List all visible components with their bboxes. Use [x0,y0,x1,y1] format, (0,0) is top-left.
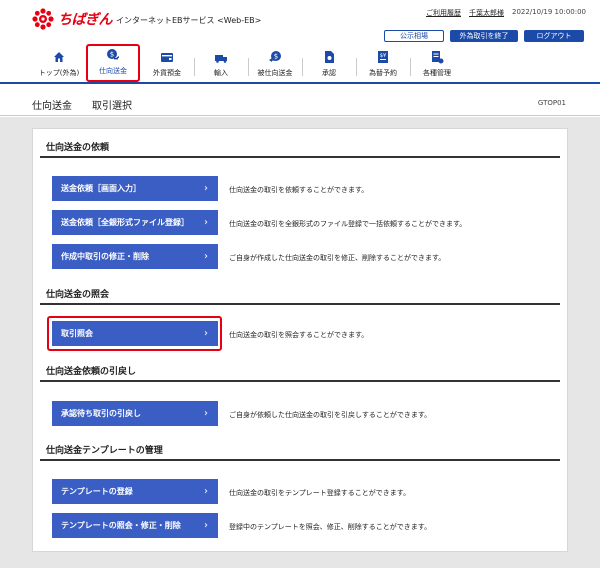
nav-item-management[interactable]: 各種管理 [410,44,464,82]
item-description: 登録中のテンプレートを照会、修正、削除することができます。 [229,523,432,531]
fx-contract-icon: $¥ [376,50,390,64]
nav-label: 各種管理 [423,69,451,77]
section-divider [40,459,560,461]
button-label: テンプレートの照会・修正・削除 [61,521,181,530]
nav-label: 輸入 [214,69,228,77]
nav-label: トップ(外為) [38,69,80,77]
nav-item-import[interactable]: 輸入 [194,44,248,82]
item-description: 仕向送金の取引をテンプレート登録することができます。 [229,489,411,497]
chevron-right-icon: › [204,408,208,419]
bank-logo[interactable]: ちばぎん インターネットEBサービス <Web-EB> [32,8,261,30]
global-nav: トップ(外為) $ 仕向送金 外貨預金 輸入 $ 被仕向送金 承認 $¥ 為替予… [32,44,464,82]
approval-icon [322,50,336,64]
nav-label: 仕向送金 [99,67,127,75]
nav-label: 外貨預金 [153,69,181,77]
chevron-right-icon: › [204,183,208,194]
pullback-pending-button[interactable]: 承認待ち取引の引戻し › [52,401,218,426]
incoming-icon: $ [268,50,282,64]
login-datetime: 2022/10/19 10:00:00 [511,8,586,16]
button-label: 送金依頼［全銀形式ファイル登録］ [61,218,189,227]
button-label: テンプレートの登録 [61,487,133,496]
remittance-icon: $ [106,48,120,62]
nav-item-approval[interactable]: 承認 [302,44,356,82]
chevron-right-icon: › [204,251,208,262]
template-manage-button[interactable]: テンプレートの照会・修正・削除 › [52,513,218,538]
item-description: 仕向送金の取引を照会することができます。 [229,331,369,339]
section-title-template: 仕向送金テンプレートの管理 [46,446,163,456]
section-divider [40,380,560,382]
transaction-inquiry-button[interactable]: 取引照会 › [52,321,218,346]
svg-text:$: $ [110,51,114,59]
service-name: インターネットEBサービス <Web-EB> [116,16,262,25]
button-label: 取引照会 [61,329,93,338]
import-icon [214,50,228,64]
button-label: 承認待ち取引の引戻し [61,409,141,418]
nav-label: 為替予約 [369,69,397,77]
section-divider [40,156,560,158]
header: ちばぎん インターネットEBサービス <Web-EB> ご利用履歴 千葉太郎様 … [0,0,600,92]
svg-text:$¥: $¥ [380,53,386,59]
button-label: 作成中取引の修正・削除 [61,252,149,261]
section-title-request: 仕向送金の依頼 [46,143,110,153]
top-links: ご利用履歴 千葉太郎様 2022/10/19 10:00:00 [426,8,586,18]
market-rate-button[interactable]: 公示相場 [384,30,444,42]
deposit-icon [160,50,174,64]
transaction-select-panel: 仕向送金の依頼 送金依頼［画面入力］ › 仕向送金の取引を依頼することができます… [32,128,568,552]
page-title: 取引選択 [92,101,132,112]
screen-code: GTOP01 [537,99,566,107]
remittance-input-button[interactable]: 送金依頼［画面入力］ › [52,176,218,201]
remittance-file-upload-button[interactable]: 送金依頼［全銀形式ファイル登録］ › [52,210,218,235]
nav-label: 承認 [322,69,336,77]
brand-name: ちばぎん [58,12,113,28]
edit-draft-button[interactable]: 作成中取引の修正・削除 › [52,244,218,269]
chevron-right-icon: › [204,328,208,339]
logout-button[interactable]: ログアウト [524,30,584,42]
home-icon [52,50,66,64]
nav-item-incoming[interactable]: $ 被仕向送金 [248,44,302,82]
item-description: ご自身が依頼した仕向送金の取引を引戻しすることができます。 [229,411,432,419]
nav-item-deposit[interactable]: 外貨預金 [140,44,194,82]
management-icon [430,50,444,64]
usage-history-link[interactable]: ご利用履歴 [426,8,461,18]
chevron-right-icon: › [204,486,208,497]
nav-item-top[interactable]: トップ(外為) [32,44,86,82]
end-fx-button[interactable]: 外為取引を終了 [450,30,518,42]
item-description: 仕向送金の取引を全銀形式のファイル登録で一括依頼することができます。 [229,220,467,228]
nav-divider [0,82,600,84]
chibagin-logo-icon [32,8,54,30]
user-name-link[interactable]: 千葉太郎様 [469,8,504,18]
item-description: 仕向送金の取引を依頼することができます。 [229,186,369,194]
nav-item-fx-contract[interactable]: $¥ 為替予約 [356,44,410,82]
item-description: ご自身が作成した仕向送金の取引を修正、削除することができます。 [229,254,446,262]
section-title-pullback: 仕向送金依頼の引戻し [46,367,137,377]
chevron-right-icon: › [204,520,208,531]
header-buttons: 公示相場 外為取引を終了 ログアウト [384,30,584,42]
button-label: 送金依頼［画面入力］ [61,184,141,193]
page-title-bar: 仕向送金 取引選択 GTOP01 [0,92,600,116]
section-divider [40,303,560,305]
nav-label: 被仕向送金 [257,69,293,77]
chevron-right-icon: › [204,217,208,228]
page-category: 仕向送金 [32,101,72,112]
section-title-inquiry: 仕向送金の照会 [46,290,110,300]
nav-item-remittance[interactable]: $ 仕向送金 [86,44,140,82]
template-register-button[interactable]: テンプレートの登録 › [52,479,218,504]
svg-text:$: $ [274,53,278,61]
